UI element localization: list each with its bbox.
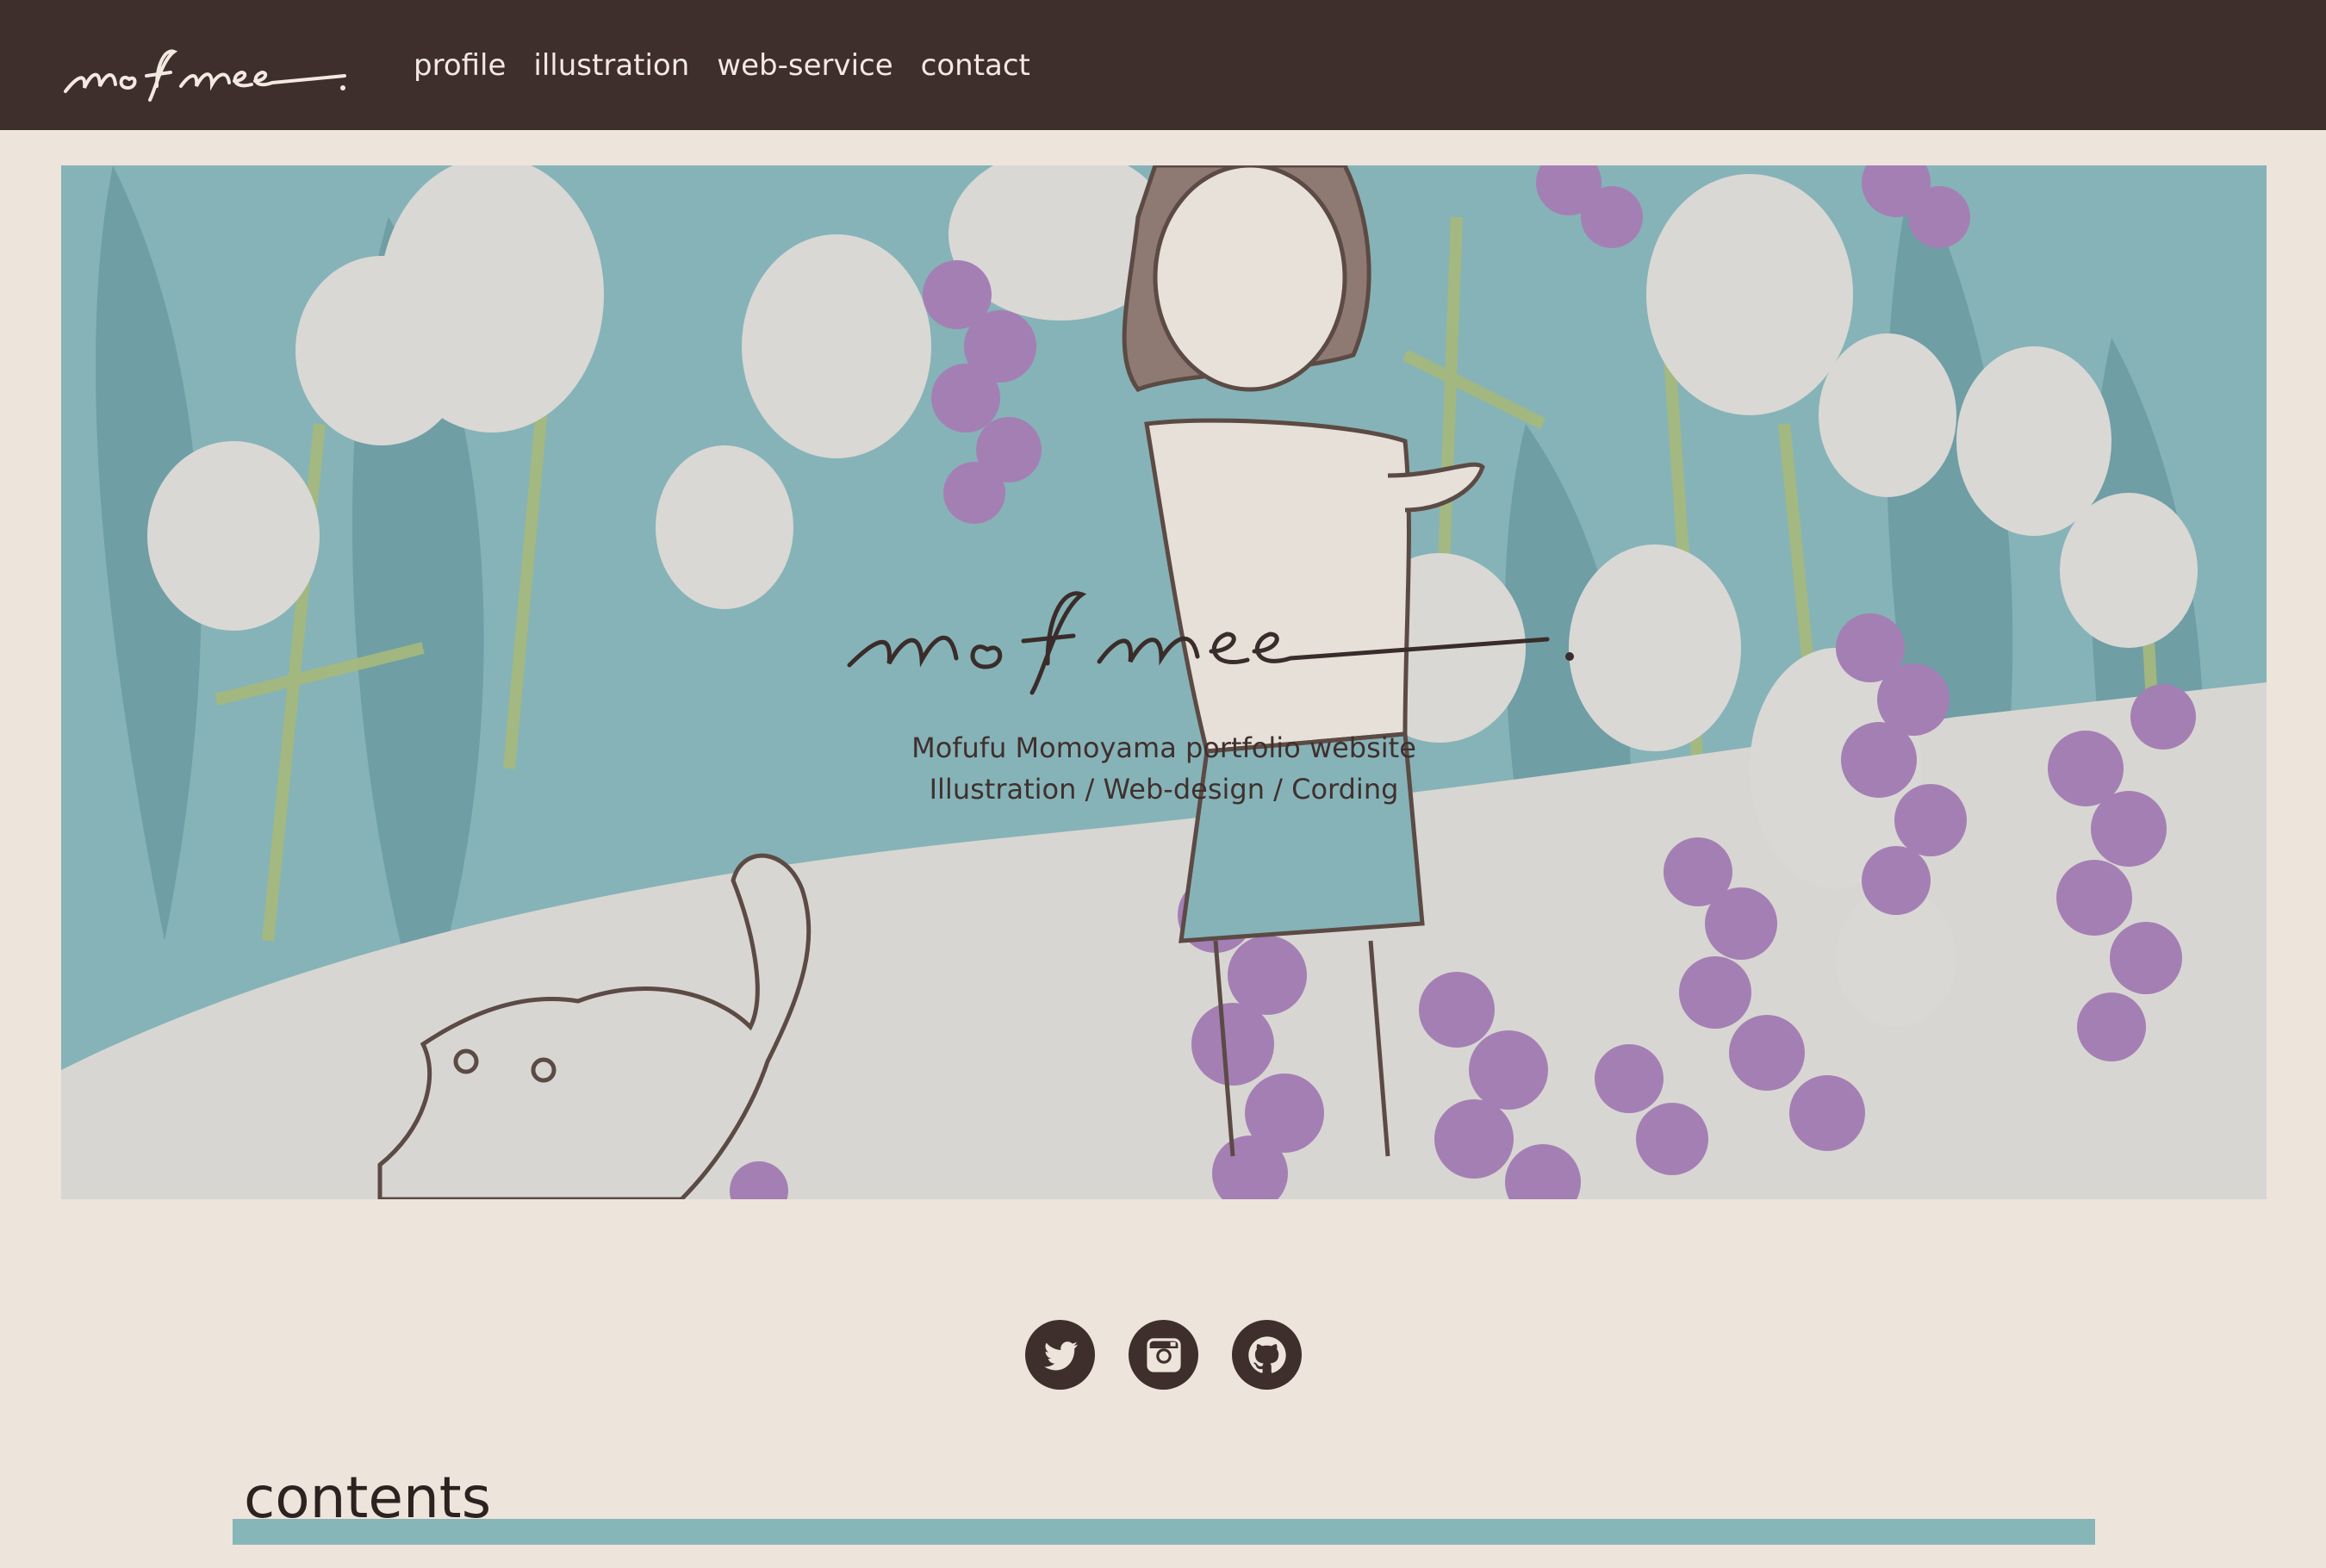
nav-link-web-service[interactable]: web-service — [717, 48, 892, 83]
instagram-link[interactable] — [1129, 1320, 1198, 1390]
twitter-link[interactable] — [1025, 1320, 1095, 1390]
hero-tagline-line1: Mofufu Momoyama portfolio website — [911, 731, 1416, 764]
hero-overlay: Mofufu Momoyama portfolio website Illust… — [61, 165, 2267, 1199]
hero-tagline-line2: Illustration / Web-design / Cording — [929, 773, 1399, 806]
top-bar: profile illustration web-service contact — [0, 0, 2326, 130]
section-title: contents — [244, 1465, 492, 1531]
nav-link-illustration[interactable]: illustration — [533, 48, 689, 83]
github-icon — [1247, 1335, 1286, 1373]
github-link[interactable] — [1232, 1320, 1302, 1390]
site-logo[interactable] — [60, 38, 353, 103]
instagram-icon — [1146, 1337, 1181, 1372]
hero-illustration: Mofufu Momoyama portfolio website Illust… — [61, 165, 2267, 1199]
section-title-underline — [233, 1519, 2095, 1545]
main-nav: profile illustration web-service contact — [414, 0, 1058, 130]
nav-link-profile[interactable]: profile — [414, 48, 506, 83]
social-links — [1025, 1320, 1302, 1390]
twitter-icon — [1043, 1341, 1078, 1370]
nav-link-contact[interactable]: contact — [921, 48, 1030, 83]
hero-logo — [847, 591, 1574, 695]
